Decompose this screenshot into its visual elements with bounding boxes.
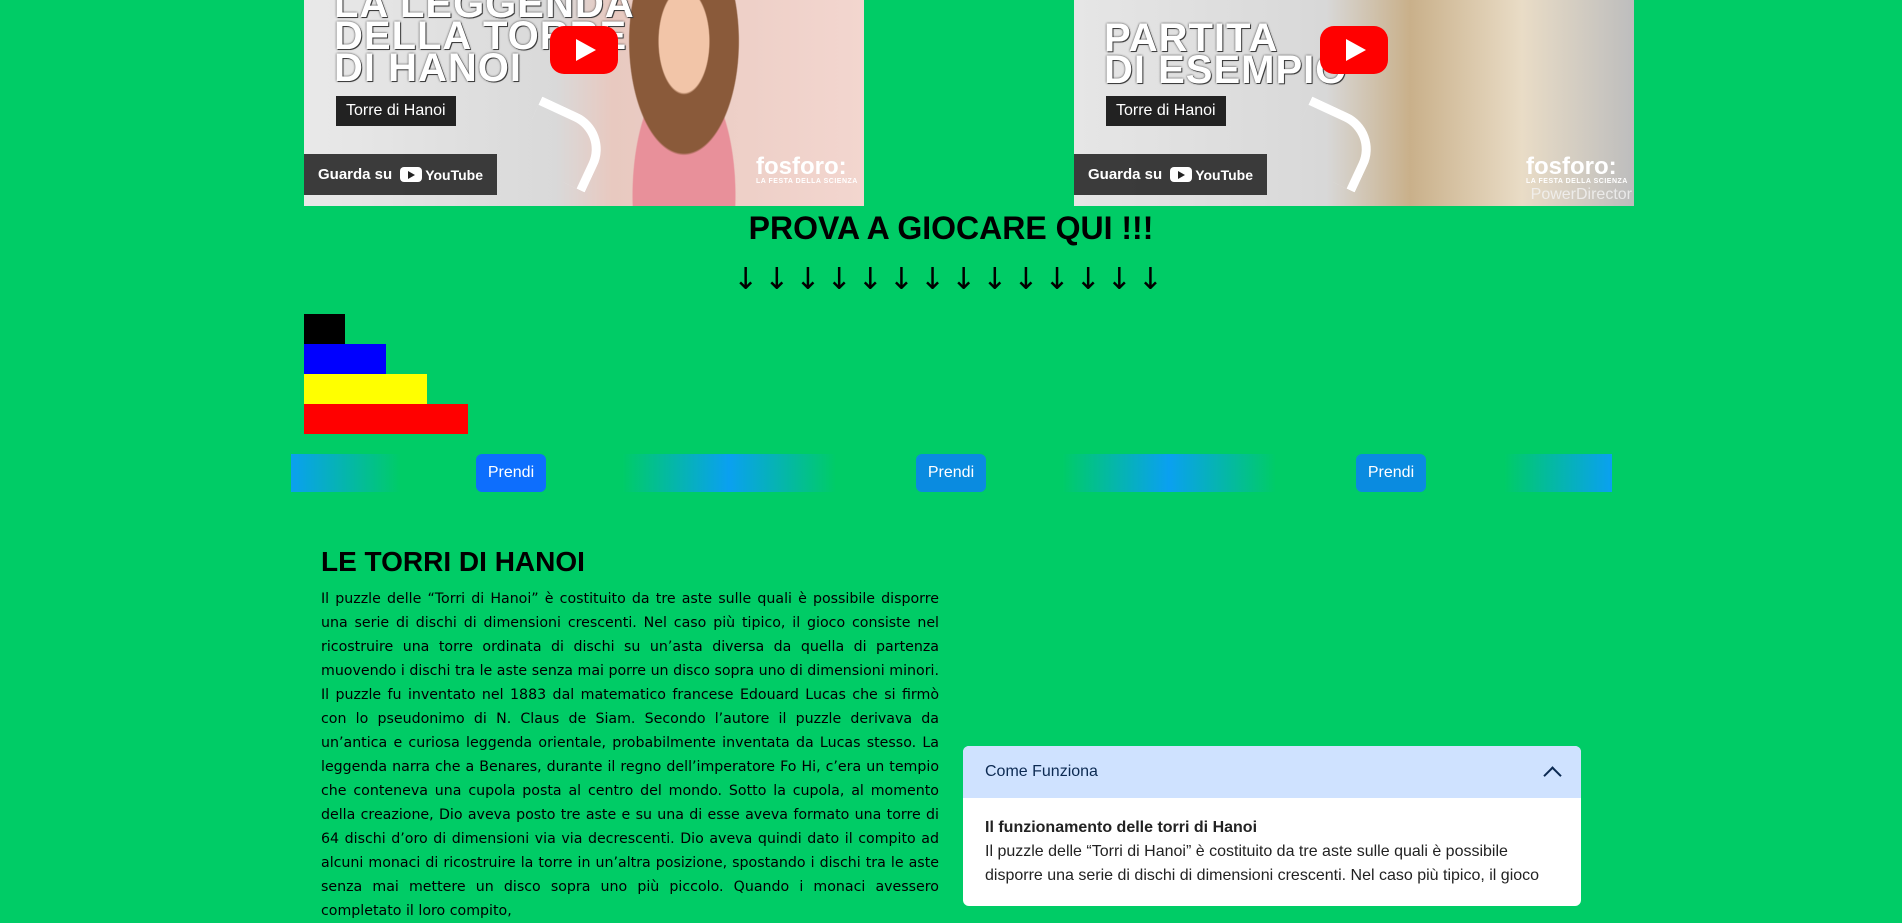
tower-glow: [1504, 454, 1612, 492]
tower-glow: [622, 454, 836, 492]
play-heading: PROVA A GIOCARE QUI !!!: [748, 210, 1154, 246]
youtube-play-icon[interactable]: [1320, 26, 1388, 74]
youtube-logo-icon: YouTube: [400, 167, 483, 183]
chevron-up-icon: [1543, 765, 1562, 785]
tower-glow: [1062, 454, 1276, 492]
disc-3: [304, 374, 427, 404]
watch-label: Guarda su: [1088, 166, 1163, 183]
disc-1: [304, 314, 345, 344]
disc-2: [304, 344, 386, 374]
fosforo-logo-subtitle: LA FESTA DELLA SCIENZA: [756, 178, 858, 185]
tower-glow: [291, 454, 401, 492]
down-arrows: ↓↓↓↓↓↓↓↓↓↓↓↓↓↓: [733, 262, 1169, 297]
video-title-overlay: PARTITA DI ESEMPIO: [1104, 16, 1348, 92]
powerdirector-watermark: PowerDirector: [1530, 186, 1632, 203]
take-button-tower-1[interactable]: Prendi: [476, 454, 546, 492]
video-tag: Torre di Hanoi: [1106, 96, 1226, 126]
tower-controls: Prendi Prendi Prendi: [0, 454, 1902, 492]
curved-arrow-decoration: [1283, 96, 1384, 193]
video-embed-legend[interactable]: LA LEGGENDA DELLA TORRE DI HANOI Torre d…: [304, 0, 864, 206]
youtube-play-icon[interactable]: [550, 26, 618, 74]
accordion-body: Il funzionamento delle torri di Hanoi Il…: [963, 798, 1581, 888]
fosforo-logo: fosforo: LA FESTA DELLA SCIENZA: [1526, 153, 1628, 186]
youtube-logo-icon: YouTube: [1170, 167, 1253, 183]
youtube-logo-text: YouTube: [425, 166, 483, 183]
curved-arrow-decoration: [513, 96, 614, 193]
take-button-tower-3[interactable]: Prendi: [1356, 454, 1426, 492]
fosforo-logo-text: fosforo:: [1526, 153, 1617, 180]
video-tag: Torre di Hanoi: [336, 96, 456, 126]
watch-on-youtube-button[interactable]: Guarda su YouTube: [304, 154, 497, 195]
accordion-header-label: Come Funziona: [985, 763, 1098, 780]
fosforo-logo-subtitle: LA FESTA DELLA SCIENZA: [1526, 178, 1628, 185]
article-body: Il puzzle delle “Torri di Hanoi” è costi…: [321, 591, 939, 919]
video-embed-example[interactable]: PARTITA DI ESEMPIO Torre di Hanoi Guarda…: [1074, 0, 1634, 206]
disc-4: [304, 404, 468, 434]
watch-label: Guarda su: [318, 166, 393, 183]
youtube-logo-text: YouTube: [1195, 166, 1253, 183]
fosforo-logo: fosforo: LA FESTA DELLA SCIENZA: [756, 153, 858, 186]
accordion-body-title: Il funzionamento delle torri di Hanoi: [985, 819, 1258, 836]
accordion-body-text: Il puzzle delle “Torri di Hanoi” è costi…: [985, 843, 1540, 884]
watch-on-youtube-button[interactable]: Guarda su YouTube: [1074, 154, 1267, 195]
article-title: LE TORRI DI HANOI: [321, 546, 585, 577]
accordion-header[interactable]: Come Funziona: [963, 746, 1581, 798]
fosforo-logo-text: fosforo:: [756, 153, 847, 180]
take-button-tower-2[interactable]: Prendi: [916, 454, 986, 492]
how-it-works-accordion: Come Funziona Il funzionamento delle tor…: [963, 746, 1581, 906]
